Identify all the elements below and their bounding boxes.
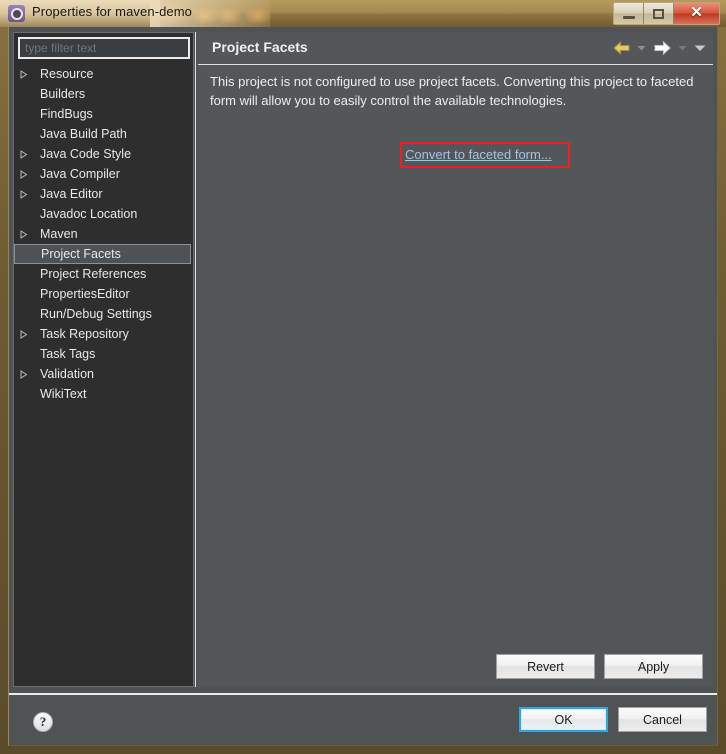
settings-tree-panel: Resource Builders FindBugs Java Build Path J… [13,32,194,687]
convert-to-faceted-form-link[interactable]: Convert to faceted form... [405,147,552,162]
sidebar-item-java-code-style[interactable]: Java Code Style [14,144,193,164]
panel-divider [195,32,196,687]
expand-triangle-icon[interactable] [20,169,34,179]
sidebar-item-label: Java Code Style [40,147,132,161]
properties-dialog-window: Properties for maven-demo ✕ Resource Buil… [0,0,726,754]
page-menu-dropdown[interactable] [692,38,707,58]
forward-arrow-icon [654,41,671,55]
expand-triangle-icon[interactable] [20,229,34,239]
sidebar-item-task-repository[interactable]: Task Repository [14,324,193,344]
window-controls: ✕ [613,2,720,25]
chevron-down-icon [678,46,687,51]
back-button[interactable] [610,38,632,58]
sidebar-item-propertieseditor[interactable]: PropertiesEditor [14,284,193,304]
sidebar-item-java-compiler[interactable]: Java Compiler [14,164,193,184]
title-bar[interactable]: Properties for maven-demo ✕ [0,0,726,27]
window-title: Properties for maven-demo [32,4,193,19]
cancel-button[interactable]: Cancel [618,707,707,732]
sidebar-item-label: Task Tags [40,347,96,361]
apply-revert-buttons: Revert Apply [496,654,703,679]
sidebar-item-label: WikiText [40,387,87,401]
maximize-button[interactable] [644,3,674,24]
header-separator [198,64,713,65]
expand-triangle-icon[interactable] [20,189,34,199]
sidebar-item-label: FindBugs [40,107,93,121]
navigation-buttons [610,38,707,58]
minimize-button[interactable] [614,3,644,24]
close-icon: ✕ [690,5,703,21]
sidebar-item-label: Project References [40,267,147,281]
sidebar-item-label: Run/Debug Settings [40,307,152,321]
sidebar-item-findbugs[interactable]: FindBugs [14,104,193,124]
settings-tree-list[interactable]: Resource Builders FindBugs Java Build Path J… [14,64,193,686]
sidebar-item-label: Project Facets [41,247,121,261]
filter-input[interactable] [18,37,190,59]
sidebar-item-resource[interactable]: Resource [14,64,193,84]
sidebar-item-label: Validation [40,367,94,381]
dialog-action-buttons: OK Cancel [519,707,707,732]
forward-history-dropdown[interactable] [675,38,690,58]
sidebar-item-builders[interactable]: Builders [14,84,193,104]
dialog-body: Resource Builders FindBugs Java Build Path J… [8,27,718,746]
sidebar-item-label: Java Editor [40,187,103,201]
revert-button[interactable]: Revert [496,654,595,679]
sidebar-item-java-editor[interactable]: Java Editor [14,184,193,204]
ok-button[interactable]: OK [519,707,608,732]
chevron-down-icon [637,46,646,51]
sidebar-item-label: Javadoc Location [40,207,138,221]
gear-icon [8,5,25,22]
expand-triangle-icon[interactable] [20,69,34,79]
apply-button[interactable]: Apply [604,654,703,679]
sidebar-item-label: Resource [40,67,94,81]
maximize-icon [653,8,664,19]
sidebar-item-project-facets[interactable]: Project Facets [14,244,191,264]
minimize-icon [622,15,635,19]
expand-triangle-icon[interactable] [20,149,34,159]
sidebar-item-label: PropertiesEditor [40,287,130,301]
chevron-down-icon [694,45,705,51]
sidebar-item-label: Task Repository [40,327,129,341]
sidebar-item-label: Java Compiler [40,167,120,181]
help-icon[interactable]: ? [33,712,53,732]
sidebar-item-task-tags[interactable]: Task Tags [14,344,193,364]
expand-triangle-icon[interactable] [20,329,34,339]
content-panel: Project Facets This project is not confi… [198,32,713,687]
back-arrow-icon [612,41,629,55]
close-button[interactable]: ✕ [674,3,719,24]
sidebar-item-label: Maven [40,227,78,241]
sidebar-item-javadoc-location[interactable]: Javadoc Location [14,204,193,224]
expand-triangle-icon[interactable] [20,369,34,379]
sidebar-item-project-references[interactable]: Project References [14,264,193,284]
page-title: Project Facets [212,39,308,55]
back-history-dropdown[interactable] [634,38,649,58]
sidebar-item-maven[interactable]: Maven [14,224,193,244]
page-description: This project is not configured to use pr… [210,74,694,108]
sidebar-item-java-build-path[interactable]: Java Build Path [14,124,193,144]
sidebar-item-validation[interactable]: Validation [14,364,193,384]
sidebar-item-wikitext[interactable]: WikiText [14,384,193,404]
sidebar-item-label: Builders [40,87,86,101]
sidebar-item-run-debug-settings[interactable]: Run/Debug Settings [14,304,193,324]
forward-button[interactable] [651,38,673,58]
content-header: Project Facets [198,32,713,64]
sidebar-item-label: Java Build Path [40,127,127,141]
filter-wrapper [18,37,190,59]
dialog-footer: ? OK Cancel [9,695,717,744]
